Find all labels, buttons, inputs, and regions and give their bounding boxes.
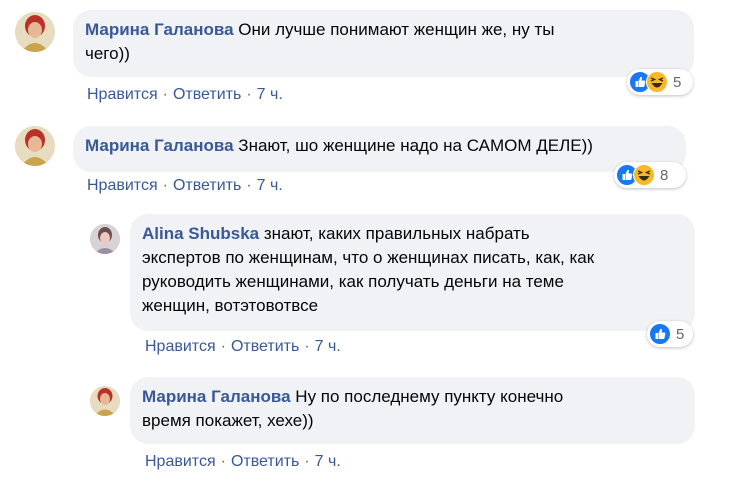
timestamp-link[interactable]: 7 ч. [315,338,341,355]
avatar[interactable] [90,386,120,416]
like-link[interactable]: Нравится [145,338,216,355]
separator: · [304,453,310,470]
avatar[interactable] [15,12,55,52]
reply-link[interactable]: Ответить [173,86,241,103]
separator: · [162,177,168,194]
separator: · [246,177,252,194]
comment-text-line: экспертов по женщинам, что о женщинах пи… [142,248,595,267]
timestamp-link[interactable]: 7 ч. [257,177,283,194]
separator: · [246,86,252,103]
reply-link[interactable]: Ответить [231,338,299,355]
haha-icon [646,71,668,93]
reply-link[interactable]: Ответить [231,453,299,470]
separator: · [304,338,310,355]
comment-text-line: чего)) [85,44,130,63]
comment-bubble: Alina Shubska знают, каких правильных на… [130,214,695,331]
reaction-count: 5 [673,73,682,91]
like-link[interactable]: Нравится [87,177,158,194]
reactions-summary[interactable]: 8 [614,162,686,188]
like-link[interactable]: Нравится [145,453,216,470]
reactions-summary[interactable]: 5 [627,69,693,95]
comment-actions: Нравится · Ответить · 7 ч. [87,177,283,195]
comment-text-line: женщин, вотэтовотвсе [142,296,319,315]
comment-bubble: Марина Галанова Они лучше понимают женщи… [73,10,694,77]
avatar[interactable] [15,126,55,166]
comment-text-line: Они лучше понимают женщин же, ну ты [238,20,555,39]
comment-author[interactable]: Марина Галанова [85,20,234,39]
timestamp-link[interactable]: 7 ч. [257,86,283,103]
avatar-photo [90,224,120,254]
avatar-photo [15,126,55,166]
reply-link[interactable]: Ответить [173,177,241,194]
separator: · [220,338,226,355]
like-link[interactable]: Нравится [87,86,158,103]
reaction-count: 8 [660,166,669,184]
comment-actions: Нравится · Ответить · 7 ч. [87,86,283,104]
comment-actions: Нравится · Ответить · 7 ч. [145,338,341,356]
comment-author[interactable]: Alina Shubska [142,224,259,243]
comment-actions: Нравится · Ответить · 7 ч. [145,453,341,471]
comment-author[interactable]: Марина Галанова [85,136,234,155]
separator: · [162,86,168,103]
comment-text-line: время покажет, хехе)) [142,411,314,430]
like-icon [649,323,671,345]
avatar-photo [15,12,55,52]
avatar[interactable] [90,224,120,254]
comment-text-line: знают, каких правильных набрать [263,224,530,243]
avatar-photo [90,386,120,416]
comment-bubble: Марина Галанова Ну по последнему пункту … [130,377,695,444]
comment-text-line: Знают, шо женщине надо на САМОМ ДЕЛЕ)) [238,136,593,155]
reaction-count: 5 [676,325,685,343]
comment-text-line: Ну по последнему пункту конечно [295,387,564,406]
haha-icon [633,164,655,186]
comment-text-line: руководить женщинами, как получать деньг… [142,272,564,291]
reactions-summary[interactable]: 5 [647,321,693,347]
comment-bubble: Марина Галанова Знают, шо женщине надо н… [73,126,686,172]
comment-author[interactable]: Марина Галанова [142,387,291,406]
separator: · [220,453,226,470]
timestamp-link[interactable]: 7 ч. [315,453,341,470]
